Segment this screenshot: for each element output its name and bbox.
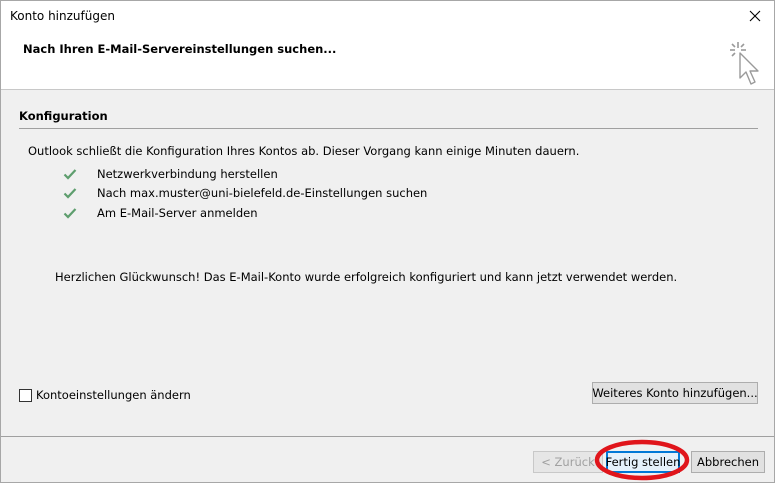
step-label: Netzwerkverbindung herstellen [97, 166, 278, 181]
back-button[interactable]: < Zurück [533, 451, 603, 473]
section-divider [19, 128, 758, 129]
header-title: Nach Ihren E-Mail-Servereinstellungen su… [23, 42, 337, 56]
step-label: Am E-Mail-Server anmelden [97, 205, 258, 220]
dialog-header: Nach Ihren E-Mail-Servereinstellungen su… [1, 31, 774, 90]
check-icon [63, 188, 77, 199]
success-message: Herzlichen Glückwunsch! Das E-Mail-Konto… [55, 270, 678, 284]
close-button[interactable] [736, 1, 774, 31]
step-label: Nach max.muster@uni-bielefeld.de-Einstel… [97, 186, 428, 201]
check-icon [63, 168, 77, 180]
change-settings-checkbox[interactable] [19, 388, 32, 402]
cursor-click-icon [730, 42, 759, 85]
window-title: Konto hinzufügen [10, 9, 115, 23]
footer-divider [1, 436, 774, 437]
cancel-button[interactable]: Abbrechen [691, 451, 765, 473]
check-icon [63, 207, 77, 219]
add-another-account-button[interactable]: Weiteres Konto hinzufügen... [592, 382, 758, 404]
change-settings-label[interactable]: Kontoeinstellungen ändern [36, 388, 191, 402]
add-account-dialog: Konto hinzufügen Nach Ihren E-Mail-Serve… [0, 0, 775, 483]
change-settings-option[interactable]: Kontoeinstellungen ändern [19, 388, 191, 402]
close-icon [749, 10, 761, 22]
step-item: Nach max.muster@uni-bielefeld.de-Einstel… [63, 184, 427, 204]
progress-steps: Netzwerkverbindung herstellen Nach max.m… [63, 164, 427, 223]
title-bar: Konto hinzufügen [1, 1, 774, 31]
step-item: Am E-Mail-Server anmelden [63, 203, 427, 223]
intro-text: Outlook schließt die Konfiguration Ihres… [28, 144, 580, 158]
finish-button[interactable]: Fertig stellen [606, 451, 680, 473]
step-item: Netzwerkverbindung herstellen [63, 164, 427, 184]
section-title: Konfiguration [19, 109, 108, 123]
